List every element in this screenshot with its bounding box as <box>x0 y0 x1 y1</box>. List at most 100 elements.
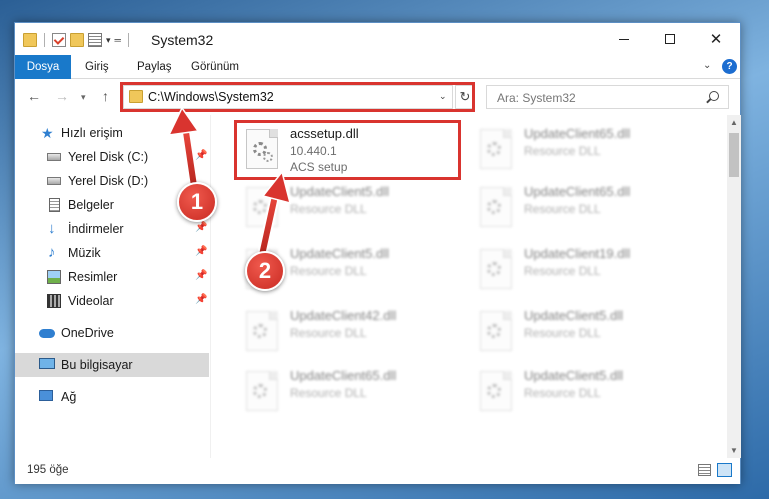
dll-file-icon <box>480 249 512 289</box>
search-placeholder: Ara: System32 <box>497 91 576 105</box>
qat-dropdown-icon[interactable]: ═ <box>115 35 121 45</box>
customize-toolbar-chevron-icon[interactable]: ▾ <box>106 35 111 46</box>
drive-icon <box>47 177 61 185</box>
item-count: 195 öğe <box>27 464 69 476</box>
maximize-button[interactable] <box>647 23 693 55</box>
file-name: UpdateClient42.dll <box>290 308 397 323</box>
music-icon: ♪ <box>48 244 56 261</box>
forward-arrow-icon[interactable]: → <box>55 88 69 104</box>
gear-icon <box>487 262 501 276</box>
new-folder-icon[interactable] <box>70 33 84 47</box>
sidebar-item-this-pc[interactable]: Bu bilgisayar <box>15 353 209 377</box>
sidebar-item-quick-access[interactable]: ★ Hızlı erişim <box>15 121 209 145</box>
file-description: Resource DLL <box>524 144 601 158</box>
sidebar-item-network[interactable]: Ağ <box>15 385 209 409</box>
videos-icon <box>47 294 61 308</box>
properties-check-icon[interactable] <box>52 33 66 47</box>
sidebar-item-label: Belgeler <box>68 198 114 212</box>
file-tile[interactable]: UpdateClient65.dll Resource DLL <box>474 181 704 237</box>
file-name: UpdateClient65.dll <box>524 184 631 199</box>
sidebar-item-onedrive[interactable]: OneDrive <box>15 321 209 345</box>
tab-view[interactable]: Görünüm <box>179 55 251 79</box>
minimize-icon <box>619 38 629 40</box>
sidebar-item-label: Yerel Disk (C:) <box>68 150 149 164</box>
dll-file-icon <box>480 129 512 169</box>
maximize-icon <box>665 34 675 44</box>
sidebar-item-label: OneDrive <box>61 326 114 340</box>
file-name: UpdateClient19.dll <box>524 246 631 261</box>
scroll-up-icon[interactable]: ▲ <box>730 118 738 127</box>
address-highlight-box <box>120 82 475 112</box>
sidebar-item-label: Yerel Disk (D:) <box>68 174 149 188</box>
sidebar-item-label: Resimler <box>68 270 118 284</box>
gear-icon <box>487 200 501 214</box>
dll-file-icon <box>480 311 512 351</box>
drive-icon <box>47 153 61 161</box>
gear-icon <box>487 324 501 338</box>
minimize-button[interactable] <box>601 23 647 55</box>
toolbar-separator <box>44 33 45 47</box>
title-bar: ▾ ═ System32 ✕ <box>15 23 740 55</box>
file-name: UpdateClient65.dll <box>524 126 631 141</box>
pin-icon: 📌 <box>195 294 208 305</box>
file-description: Resource DLL <box>290 202 367 216</box>
file-name: UpdateClient5.dll <box>524 308 624 323</box>
file-tile[interactable]: UpdateClient65.dll Resource DLL <box>474 123 704 179</box>
quick-access-toolbar: ▾ ═ <box>23 31 132 49</box>
status-bar: 195 öğe <box>15 458 740 484</box>
navigation-pane: ★ Hızlı erişim Yerel Disk (C:) 📌 Yerel D… <box>15 115 211 458</box>
sidebar-item-label: İndirmeler <box>68 222 124 236</box>
scrollbar-thumb[interactable] <box>729 133 739 177</box>
back-arrow-icon[interactable]: ← <box>27 88 41 104</box>
sidebar-item-music[interactable]: ♪ Müzik 📌 <box>15 241 209 265</box>
file-description: Resource DLL <box>290 264 367 278</box>
tiles-view-icon[interactable] <box>717 463 732 477</box>
file-name: UpdateClient5.dll <box>290 246 390 261</box>
sidebar-item-label: Hızlı erişim <box>61 126 123 140</box>
vertical-scrollbar[interactable]: ▲ ▼ <box>727 115 741 458</box>
pin-icon: 📌 <box>195 270 208 281</box>
sidebar-item-videos[interactable]: Videolar 📌 <box>15 289 209 313</box>
file-name: UpdateClient5.dll <box>524 368 624 383</box>
file-description: Resource DLL <box>524 326 601 340</box>
gear-icon <box>253 200 267 214</box>
file-tile[interactable]: UpdateClient42.dll Resource DLL <box>240 305 470 361</box>
close-button[interactable]: ✕ <box>693 23 739 55</box>
properties-icon[interactable] <box>88 33 102 47</box>
documents-icon <box>49 198 60 212</box>
up-arrow-icon[interactable]: ↑ <box>102 88 109 104</box>
sidebar-item-label: Bu bilgisayar <box>61 358 133 372</box>
dll-file-icon <box>246 371 278 411</box>
sidebar-item-label: Videolar <box>68 294 114 308</box>
expand-ribbon-chevron-icon[interactable]: ⌄ <box>703 60 711 71</box>
window-title: System32 <box>151 32 214 48</box>
scroll-down-icon[interactable]: ▼ <box>730 446 738 455</box>
sidebar-item-label: Ağ <box>61 390 77 404</box>
file-tile[interactable]: UpdateClient5.dll Resource DLL <box>240 181 470 237</box>
this-pc-icon <box>39 358 55 369</box>
tab-home[interactable]: Giriş <box>73 55 121 79</box>
sidebar-item-label: Müzik <box>68 246 101 260</box>
downloads-icon: ↓ <box>48 220 56 237</box>
sidebar-item-pictures[interactable]: Resimler 📌 <box>15 265 209 289</box>
recent-locations-chevron-icon[interactable]: ▾ <box>81 92 86 103</box>
file-tile[interactable]: UpdateClient5.dll Resource DLL <box>474 305 704 361</box>
pin-icon: 📌 <box>195 222 208 233</box>
file-tile[interactable]: UpdateClient65.dll Resource DLL <box>240 365 470 421</box>
network-icon <box>39 390 53 401</box>
help-icon[interactable]: ? <box>722 59 737 74</box>
file-description: Resource DLL <box>524 386 601 400</box>
file-description: Resource DLL <box>290 326 367 340</box>
file-tile[interactable]: UpdateClient19.dll Resource DLL <box>474 243 704 299</box>
sidebar-item-downloads[interactable]: ↓ İndirmeler 📌 <box>15 217 209 241</box>
tab-file[interactable]: Dosya <box>15 55 71 79</box>
file-tile[interactable]: UpdateClient5.dll Resource DLL <box>474 365 704 421</box>
tab-share[interactable]: Paylaş <box>125 55 184 79</box>
search-input[interactable]: Ara: System32 <box>486 85 729 109</box>
file-description: Resource DLL <box>524 264 601 278</box>
sidebar-item-local-disk-c[interactable]: Yerel Disk (C:) 📌 <box>15 145 209 169</box>
step-1-badge: 1 <box>177 182 217 222</box>
pin-icon: 📌 <box>195 246 208 257</box>
details-view-icon[interactable] <box>698 464 711 476</box>
dll-file-icon <box>246 187 278 227</box>
